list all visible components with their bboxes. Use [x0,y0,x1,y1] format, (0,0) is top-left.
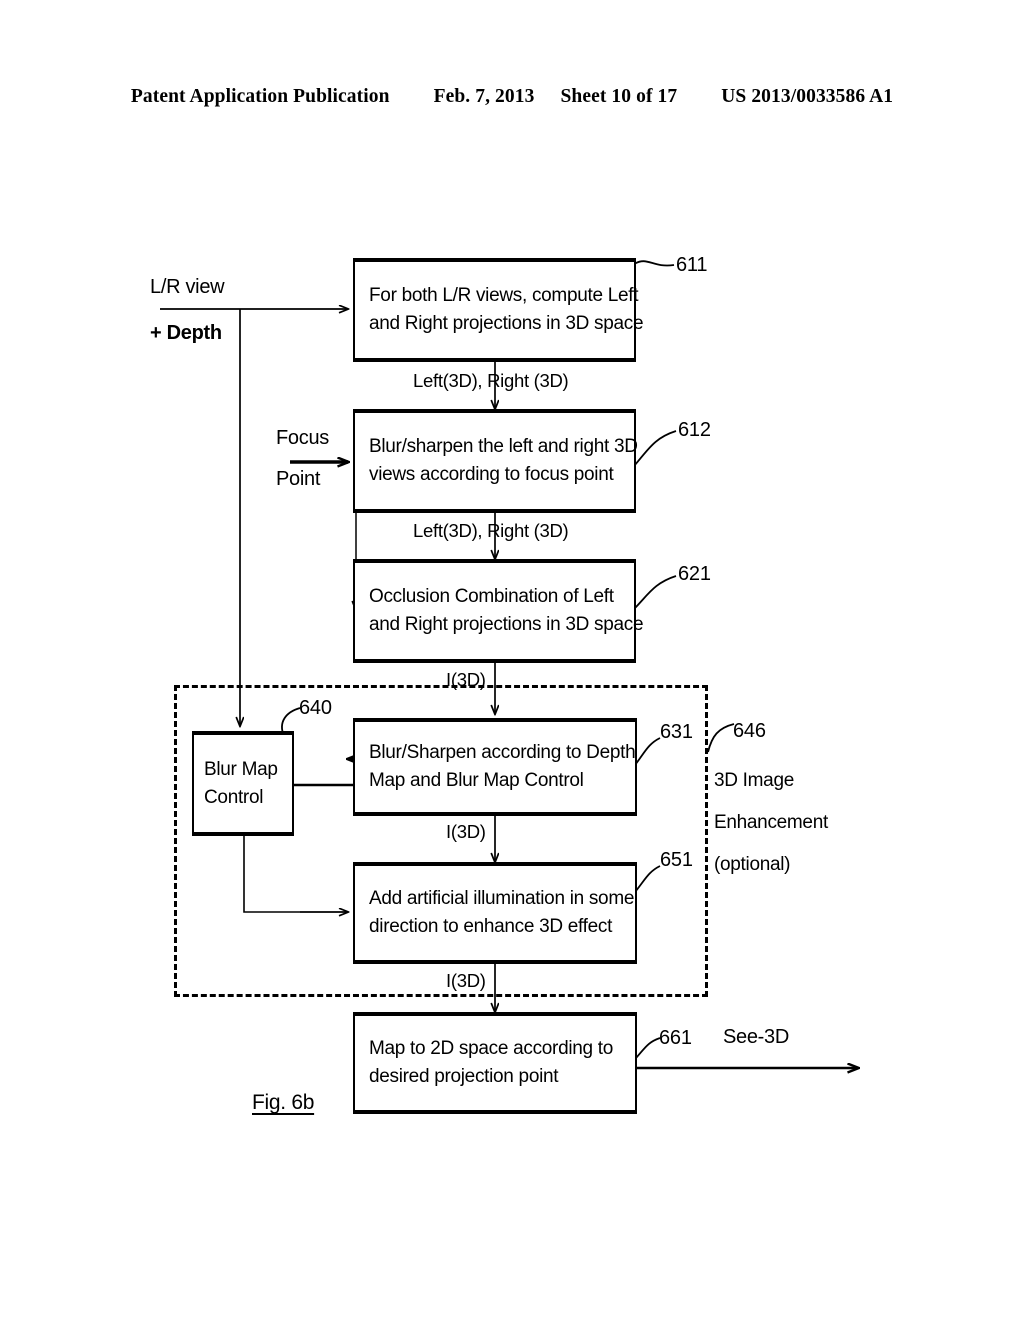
figure-caption: Fig. 6b [252,1091,315,1114]
process-box-661[interactable]: Map to 2D space according to desired pro… [353,1012,637,1114]
process-box-621-line1: Occlusion Combination of Left [369,586,614,607]
input-lr-view-line1: L/R view [150,276,225,298]
input-focus-point-line1: Focus [276,427,329,449]
process-box-640-blur-map-control[interactable]: Blur Map Control [192,731,294,836]
process-box-651[interactable]: Add artificial illumination in some dire… [353,862,637,964]
process-box-621-line2: and Right projections in 3D space [369,614,644,635]
input-focus-point-line2: Point [276,468,321,490]
flow-label-left-right-3d-2: Left(3D), Right (3D) [413,520,569,541]
reference-numeral-640: 640 [299,697,332,719]
optional-region-label-line3: (optional) [714,854,791,875]
reference-numeral-621: 621 [678,563,711,585]
process-box-612[interactable]: Blur/sharpen the left and right 3D views… [353,409,638,513]
flow-label-i3d-1: I(3D) [446,669,486,690]
reference-numeral-631: 631 [660,721,693,743]
reference-numeral-646: 646 [733,720,766,742]
flow-label-left-right-3d-1: Left(3D), Right (3D) [413,370,569,391]
process-box-621[interactable]: Occlusion Combination of Left and Right … [353,559,644,663]
process-box-651-line2: direction to enhance 3D effect [369,916,613,937]
process-box-611-line2: and Right projections in 3D space [369,313,644,334]
process-box-661-line1: Map to 2D space according to [369,1038,614,1059]
process-box-651-line1: Add artificial illumination in some [369,888,635,909]
optional-region-label-line1: 3D Image [714,770,794,791]
process-box-611-line1: For both L/R views, compute Left [369,285,639,306]
process-box-612-line1: Blur/sharpen the left and right 3D [369,436,638,457]
process-box-631-line2: Map and Blur Map Control [369,770,584,791]
process-box-661-line2: desired projection point [369,1066,559,1087]
reference-numeral-611: 611 [676,254,708,276]
optional-region-label-line2: Enhancement [714,812,828,833]
process-box-612-line2: views according to focus point [369,464,614,485]
process-box-631-line1: Blur/Sharpen according to Depth [369,742,636,763]
flow-label-i3d-2: I(3D) [446,821,486,842]
input-lr-view-line2: + Depth [150,322,222,344]
flow-label-i3d-3: I(3D) [446,970,486,991]
process-box-611[interactable]: For both L/R views, compute Left and Rig… [353,258,644,362]
reference-numeral-612: 612 [678,419,711,441]
figure-6b: L/R view + Depth Focus Point See-3D For … [0,0,1024,1320]
reference-numeral-661: 661 [659,1027,692,1049]
output-see-3d-label: See-3D [723,1026,790,1048]
process-box-640-line1: Blur Map [204,758,278,780]
reference-numeral-651: 651 [660,849,693,871]
process-box-631[interactable]: Blur/Sharpen according to Depth Map and … [353,718,637,816]
process-box-640-line2: Control [204,786,264,808]
